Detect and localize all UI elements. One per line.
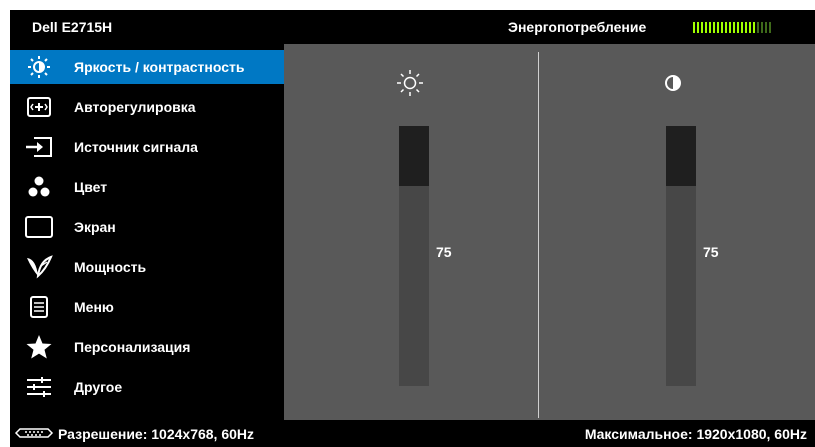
menu-item-auto-adjust[interactable]: Авторегулировка <box>10 90 284 124</box>
divider <box>538 52 539 418</box>
menu-item-brightness-contrast[interactable]: Яркость / контрастность <box>10 50 284 84</box>
energy-bar-segment <box>757 22 759 33</box>
menu-item-display[interactable]: Экран <box>10 210 284 244</box>
energy-bar-segment <box>705 22 707 33</box>
menu-item-personalize[interactable]: Персонализация <box>10 330 284 364</box>
energy-bar-segment <box>745 22 747 33</box>
menu-label: Другое <box>74 379 123 395</box>
energy-bar-segment <box>717 22 719 33</box>
slider-fill <box>666 186 696 386</box>
menu-label: Источник сигнала <box>74 139 198 155</box>
energy-bar-segment <box>741 22 743 33</box>
energy-bar-segment <box>761 22 763 33</box>
energy-bar-segment <box>721 22 723 33</box>
energy-bar-segment <box>713 22 715 33</box>
contrast-value: 75 <box>703 244 719 260</box>
contrast-circle-icon <box>665 75 681 91</box>
energy-label: Энергопотребление <box>508 19 647 35</box>
menu-item-input-source[interactable]: Источник сигнала <box>10 130 284 164</box>
energy-bar-segment <box>725 22 727 33</box>
energy-bar-segment <box>765 22 767 33</box>
brightness-slider[interactable] <box>399 126 429 386</box>
energy-bar-segment <box>693 22 695 33</box>
brightness-value: 75 <box>436 244 452 260</box>
menu-label: Меню <box>74 299 114 315</box>
vga-connector-icon <box>14 428 54 438</box>
menu-label: Авторегулировка <box>74 99 196 115</box>
contrast-slider[interactable] <box>666 126 696 386</box>
sliders-icon <box>27 377 51 397</box>
osd-header: Dell E2715H Энергопотребление <box>10 10 815 44</box>
energy-bar-segment <box>697 22 699 33</box>
energy-bar-segment <box>709 22 711 33</box>
settings-panel: 75 75 <box>284 44 815 420</box>
power-leaf-icon <box>27 255 53 279</box>
menu-label: Яркость / контрастность <box>74 59 245 75</box>
model-name: Dell E2715H <box>32 19 113 35</box>
energy-bar-segment <box>769 22 771 33</box>
menu-item-color[interactable]: Цвет <box>10 170 284 204</box>
menu-label: Мощность <box>74 259 147 275</box>
color-icon <box>28 176 50 197</box>
auto-adjust-icon <box>27 97 51 117</box>
menu-icon <box>30 296 48 318</box>
energy-bar-segment <box>733 22 735 33</box>
menu-label: Персонализация <box>74 339 191 355</box>
menu-label: Экран <box>74 219 116 235</box>
monitor-osd: Dell E2715H Энергопотребление Яркость / … <box>10 10 815 447</box>
brightness-contrast-icon <box>28 56 50 78</box>
menu-label: Цвет <box>74 179 108 195</box>
star-icon <box>26 335 52 359</box>
menu-item-menu[interactable]: Меню <box>10 290 284 324</box>
energy-bar-segment <box>753 22 755 33</box>
energy-bar-segment <box>729 22 731 33</box>
max-resolution: Максимальное: 1920x1080, 60Hz <box>584 426 807 442</box>
menu-item-other[interactable]: Другое <box>10 370 284 404</box>
current-resolution: Разрешение: 1024x768, 60Hz <box>58 426 255 442</box>
energy-meter <box>693 22 771 33</box>
slider-fill <box>399 186 429 386</box>
energy-bar-segment <box>737 22 739 33</box>
slider-empty <box>399 126 429 186</box>
menu-item-power[interactable]: Мощность <box>10 250 284 284</box>
energy-bar-segment <box>749 22 751 33</box>
display-icon <box>25 216 53 238</box>
energy-bar-segment <box>701 22 703 33</box>
input-source-icon <box>26 137 52 157</box>
slider-empty <box>666 126 696 186</box>
osd-menu: Яркость / контрастность Авторегулировка … <box>10 44 284 420</box>
status-bar: Разрешение: 1024x768, 60Hz Максимальное:… <box>10 420 815 447</box>
sun-icon <box>397 70 423 96</box>
